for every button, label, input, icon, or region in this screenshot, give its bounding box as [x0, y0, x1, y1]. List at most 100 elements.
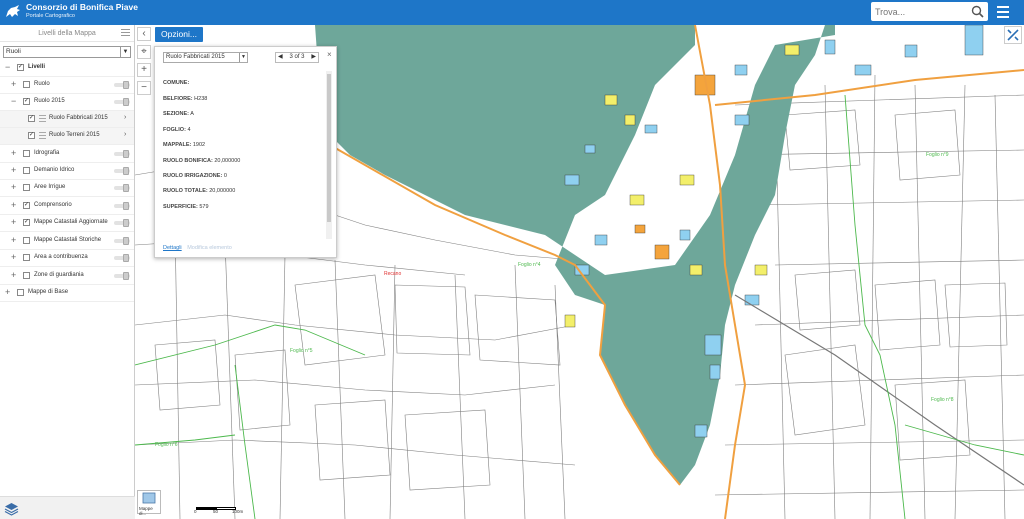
attribute-row: BELFIORE: H238	[163, 96, 207, 102]
basemap-icon[interactable]	[138, 491, 160, 505]
layer-row-ruolo[interactable]: + Ruolo	[0, 77, 134, 94]
zoom-out-button[interactable]: −	[137, 81, 151, 95]
search-input[interactable]	[875, 3, 970, 20]
layer-checkbox[interactable]	[23, 150, 30, 157]
layer-row-ruolo-terreni-2015[interactable]: ✓ Ruolo Terreni 2015 ›	[0, 128, 134, 145]
slider-knob[interactable]	[123, 167, 129, 175]
layer-row-comprensorio[interactable]: + ✓ Comprensorio	[0, 198, 134, 215]
slider-knob[interactable]	[123, 81, 129, 89]
layer-row-mappe-di-base[interactable]: + Mappe di Base	[0, 285, 134, 302]
search-box	[871, 2, 988, 21]
layer-row-mappe-catastali-aggiornate[interactable]: + ✓ Mappe Catastali Aggiornate	[0, 215, 134, 232]
previous-feature-icon[interactable]: ◀	[278, 53, 283, 62]
tools-icon[interactable]	[1005, 27, 1021, 43]
layer-checkbox[interactable]: ✓	[23, 202, 30, 209]
chevron-down-icon[interactable]: ▼	[120, 47, 130, 57]
expand-icon[interactable]: +	[11, 149, 19, 158]
layer-row-livelli[interactable]: − ✓ Livelli	[0, 60, 134, 77]
collapse-icon[interactable]: −	[5, 63, 13, 72]
opzioni-button[interactable]: Opzioni...	[155, 27, 203, 42]
layer-row-ruolo-2015[interactable]: − ✓ Ruolo 2015	[0, 94, 134, 111]
expand-icon[interactable]: +	[11, 80, 19, 89]
minus-icon[interactable]: −	[141, 82, 147, 93]
opacity-slider[interactable]	[114, 272, 130, 280]
layer-checkbox[interactable]: ✓	[23, 98, 30, 105]
layer-row-idrografia[interactable]: + Idrografia	[0, 146, 134, 163]
next-feature-icon[interactable]: ▶	[311, 53, 316, 62]
ruoli-select[interactable]: Ruoli ▼	[3, 46, 131, 58]
hamburger-menu-icon[interactable]	[997, 6, 1009, 18]
ruoli-select-value: Ruoli	[6, 48, 21, 55]
chevron-down-icon[interactable]: ▼	[239, 53, 247, 62]
layer-checkbox[interactable]	[23, 81, 30, 88]
slider-knob[interactable]	[123, 98, 129, 106]
popup-layer-select[interactable]: Ruolo Fabbricati 2015 ▼	[163, 52, 248, 63]
slider-knob[interactable]	[123, 219, 129, 227]
crosshair-icon[interactable]: ⌖	[141, 46, 147, 57]
layer-checkbox[interactable]: ✓	[23, 219, 30, 226]
layer-checkbox[interactable]	[23, 272, 30, 279]
slider-knob[interactable]	[123, 184, 129, 192]
layer-row-mappe-catastali-storiche[interactable]: + Mappe Catastali Storiche	[0, 233, 134, 250]
layer-checkbox[interactable]	[23, 237, 30, 244]
details-link[interactable]: Dettagli	[163, 245, 182, 251]
list-view-icon[interactable]	[121, 29, 130, 37]
expand-icon[interactable]: +	[11, 236, 19, 245]
foglio-label: Foglio n°4	[518, 262, 541, 268]
popup-scrollbar[interactable]	[326, 71, 332, 239]
layer-row-ruolo-fabbricati-2015[interactable]: ✓ Ruolo Fabbricati 2015 ›	[0, 111, 134, 128]
slider-knob[interactable]	[123, 150, 129, 158]
slider-knob[interactable]	[123, 202, 129, 210]
layers-icon[interactable]	[4, 501, 19, 516]
scrollbar-thumb[interactable]	[327, 74, 331, 222]
search-icon[interactable]	[971, 5, 984, 18]
layer-checkbox[interactable]	[23, 167, 30, 174]
attribute-row: RUOLO IRRIGAZIONE: 0	[163, 173, 227, 179]
expand-icon[interactable]: +	[11, 271, 19, 280]
expand-icon[interactable]: +	[11, 183, 19, 192]
layer-checkbox[interactable]	[17, 289, 24, 296]
layer-row-aree-irrigue[interactable]: + Aree Irrigue	[0, 180, 134, 197]
layer-row-zone-di-guardiania[interactable]: + Zone di guardiania	[0, 268, 134, 285]
expand-icon[interactable]: +	[11, 166, 19, 175]
expand-icon[interactable]: +	[11, 218, 19, 227]
layer-checkbox[interactable]: ✓	[28, 132, 35, 139]
edit-feature-link[interactable]: Modifica elemento	[187, 245, 232, 251]
opacity-slider[interactable]	[114, 184, 130, 192]
plus-icon[interactable]: +	[141, 64, 147, 75]
opacity-slider[interactable]	[114, 98, 130, 106]
layer-row-demanio-idrico[interactable]: + Demanio Idrico	[0, 163, 134, 180]
layer-checkbox[interactable]: ✓	[17, 64, 24, 71]
slider-knob[interactable]	[123, 254, 129, 262]
layer-checkbox[interactable]	[23, 254, 30, 261]
layer-label: Demanio Idrico	[34, 167, 75, 173]
opacity-slider[interactable]	[114, 202, 130, 210]
map-canvas[interactable]: Recano Foglio n°4 Foglio n°5 Foglio n°6 …	[135, 25, 1024, 519]
locate-button[interactable]: ⌖	[137, 45, 151, 59]
measure-tool-button[interactable]	[1004, 26, 1022, 44]
chevron-right-icon[interactable]: ›	[124, 131, 126, 138]
opacity-slider[interactable]	[114, 254, 130, 262]
layer-row-area-a-contribuenza[interactable]: + Area a contribuenza	[0, 250, 134, 267]
opacity-slider[interactable]	[114, 150, 130, 158]
chevron-left-icon[interactable]: ‹	[142, 28, 145, 39]
slider-knob[interactable]	[123, 237, 129, 245]
opacity-slider[interactable]	[114, 167, 130, 175]
opacity-slider[interactable]	[114, 81, 130, 89]
sidebar-title: Livelli della Mappa	[0, 25, 134, 42]
layer-checkbox[interactable]	[23, 184, 30, 191]
collapse-sidebar-button[interactable]: ‹	[137, 27, 151, 41]
opacity-slider[interactable]	[114, 237, 130, 245]
expand-icon[interactable]: +	[11, 201, 19, 210]
zoom-in-button[interactable]: +	[137, 63, 151, 77]
basemap-button[interactable]: Mappe di...	[137, 490, 161, 516]
attribute-value: 20,000000	[214, 158, 241, 164]
slider-knob[interactable]	[123, 272, 129, 280]
expand-icon[interactable]: +	[5, 288, 13, 297]
expand-icon[interactable]: +	[11, 253, 19, 262]
chevron-right-icon[interactable]: ›	[124, 114, 126, 121]
layer-checkbox[interactable]: ✓	[28, 115, 35, 122]
close-icon[interactable]: ×	[327, 50, 332, 59]
opacity-slider[interactable]	[114, 219, 130, 227]
collapse-icon[interactable]: −	[11, 97, 19, 106]
